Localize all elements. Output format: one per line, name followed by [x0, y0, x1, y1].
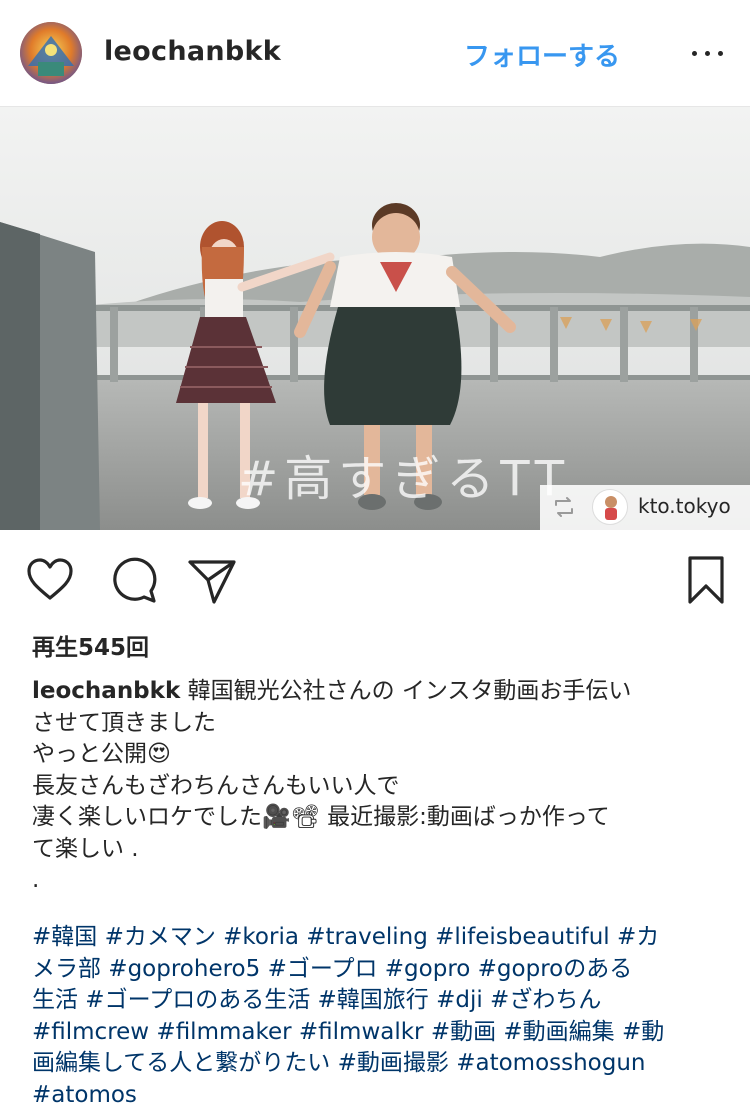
hashtag-row[interactable]: 生活 #ゴープロのある生活 #韓国旅行 #dji #ざわちん	[32, 985, 732, 1017]
view-count[interactable]: 再生545回	[32, 628, 149, 662]
repost-icon	[552, 495, 576, 519]
caption-line: leochanbkk 韓国観光公社さんの インスタ動画お手伝い	[32, 676, 722, 708]
caption-line: 長友さんもざわちんさんもいい人で	[32, 771, 722, 803]
hashtag-row[interactable]: #atomos	[32, 1080, 732, 1111]
hashtag-list: #韓国 #カメマン #koria #traveling #lifeisbeaut…	[32, 922, 732, 1111]
repost-credit[interactable]: kto.tokyo	[540, 485, 750, 530]
caption-line: て楽しい .	[32, 834, 722, 866]
follow-button[interactable]: フォローする	[464, 36, 620, 73]
share-icon[interactable]	[186, 554, 238, 606]
hashtag-row[interactable]: メラ部 #goprohero5 #ゴープロ #gopro #goproのある	[32, 954, 732, 986]
more-icon[interactable]	[690, 36, 726, 70]
caption-text: 韓国観光公社さんの インスタ動画お手伝い	[188, 678, 632, 704]
post-video[interactable]: #高すぎるTT kto.tokyo	[0, 107, 750, 530]
caption: leochanbkk 韓国観光公社さんの インスタ動画お手伝い させて頂きました…	[32, 676, 722, 897]
hashtag-row[interactable]: 画編集してる人と繋がりたい #動画撮影 #atomosshogun	[32, 1048, 732, 1080]
action-bar	[0, 548, 750, 612]
caption-line: させて頂きました	[32, 708, 722, 740]
heart-icon[interactable]	[24, 554, 76, 606]
username[interactable]: leochanbkk	[104, 36, 281, 67]
hashtag-row[interactable]: #韓国 #カメマン #koria #traveling #lifeisbeaut…	[32, 922, 732, 954]
bookmark-icon[interactable]	[680, 554, 732, 606]
caption-line: .	[32, 865, 722, 897]
avatar[interactable]	[20, 22, 82, 84]
caption-line: やっと公開😍	[32, 739, 722, 771]
comment-icon[interactable]	[108, 554, 160, 606]
repost-username: kto.tokyo	[638, 494, 731, 518]
video-watermark: #高すぎるTT	[238, 439, 570, 509]
post-header: leochanbkk フォローする	[0, 0, 750, 107]
caption-line: 凄く楽しいロケでした🎥📽 最近撮影:動画ばっか作って	[32, 802, 722, 834]
caption-username[interactable]: leochanbkk	[32, 678, 180, 704]
repost-avatar	[592, 489, 628, 525]
hashtag-row[interactable]: #filmcrew #filmmaker #filmwalkr #動画 #動画編…	[32, 1017, 732, 1049]
